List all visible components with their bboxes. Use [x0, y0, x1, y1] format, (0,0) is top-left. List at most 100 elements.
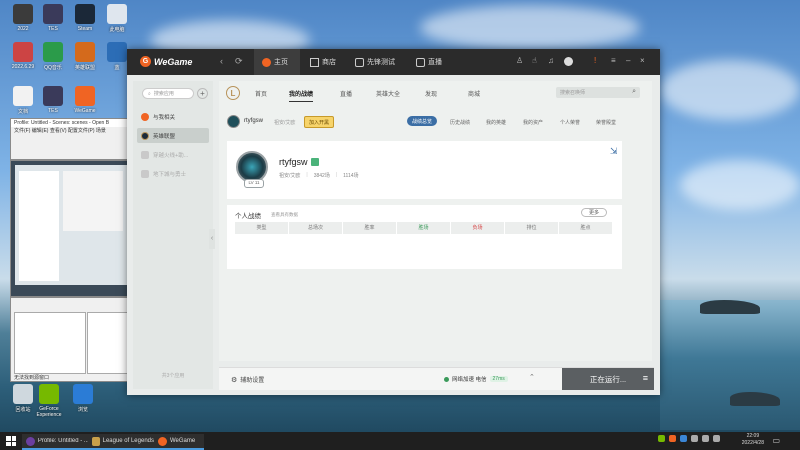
share-icon[interactable]: ⇲	[610, 146, 620, 158]
system-tray	[658, 435, 720, 442]
background-window-preview[interactable]	[10, 160, 130, 297]
windows-start-icon[interactable]	[6, 436, 16, 446]
qq-icon[interactable]	[680, 435, 687, 442]
taskbar-item-wegame[interactable]: WeGame	[154, 434, 204, 450]
search-icon: ⌕	[148, 90, 151, 97]
game-tab-home[interactable]: 首页	[255, 89, 267, 98]
network-status[interactable]: 网络加速 电信 27ms	[444, 375, 508, 383]
sidebar-search-input[interactable]: ⌕ 搜索应用	[142, 88, 194, 99]
close-icon[interactable]: ×	[640, 56, 645, 65]
subtab-history[interactable]: 历史战绩	[450, 119, 470, 126]
thumb-icon[interactable]: ☝	[532, 56, 537, 65]
desktop-icon[interactable]: Steam	[68, 4, 102, 32]
desktop-icon-label: TES	[48, 108, 58, 114]
ping-badge: 27ms	[489, 376, 508, 382]
back-icon[interactable]: ‹	[220, 56, 223, 66]
refresh-icon[interactable]: ⟳	[235, 56, 243, 67]
wegame-tray-icon[interactable]	[669, 435, 676, 442]
taskbar: Profile: Untitled - ... League of Legend…	[0, 432, 800, 450]
subtab-heroes[interactable]: 我的英雄	[486, 119, 506, 126]
minimize-icon[interactable]: –	[626, 56, 630, 65]
live-icon	[416, 57, 425, 67]
network-icon[interactable]	[691, 435, 698, 442]
game-tab-mall[interactable]: 商城	[468, 89, 480, 98]
taskbar-clock[interactable]: 22:09 2022/4/28	[742, 433, 764, 447]
tab-store-label: 商店	[322, 59, 336, 66]
game-tab-live[interactable]: 直播	[340, 89, 352, 98]
tab-store[interactable]: 商店	[310, 49, 336, 75]
running-label: 正在运行...	[589, 374, 627, 384]
search-icon: ⌕	[632, 88, 636, 95]
assist-settings-button[interactable]: ⚙ 辅助设置	[231, 375, 264, 385]
lol-logo-icon[interactable]: L	[226, 86, 240, 100]
background-window-sources[interactable]: 无法找到源窗口	[10, 297, 130, 382]
brand-label: WeGame	[154, 56, 193, 67]
wegame-logo[interactable]: G WeGame	[140, 56, 192, 67]
summoner-search-placeholder: 搜索召唤师	[560, 90, 586, 96]
profile-name: rtyfgsw	[279, 157, 308, 167]
app-sidebar: ⌕ 搜索应用 + 与我相关 英雄联盟 穿越火线+助... 地下城与勇士 共3个应…	[133, 81, 213, 389]
sidebar-item-dnf[interactable]: 地下城与勇士	[137, 166, 209, 181]
desktop-icon[interactable]: QQ音乐	[36, 42, 70, 71]
subtab-overview[interactable]: 战绩总览	[407, 116, 438, 126]
taskbar-item-label: League of Legends	[102, 438, 154, 444]
summoner-search-input[interactable]: 搜索召唤师 ⌕	[556, 87, 640, 98]
join-party-button[interactable]: 加入开黑	[304, 116, 335, 128]
game-tab-discover[interactable]: 发现	[425, 89, 437, 98]
desktop-icon[interactable]: 文档	[6, 86, 40, 115]
running-button[interactable]: 正在运行... ≡	[562, 368, 654, 390]
hamburger-icon[interactable]: ≡	[643, 373, 648, 383]
desktop-icon[interactable]: 2022	[6, 4, 40, 32]
tab-pioneer-test[interactable]: 先锋测试	[355, 49, 395, 75]
lol-icon	[92, 436, 100, 446]
desktop-icon[interactable]: WeGame	[68, 86, 102, 114]
desktop-icon[interactable]: 2022.6.29	[6, 42, 40, 70]
tab-pioneer-label: 先锋测试	[367, 59, 395, 66]
sidebar-item-lol[interactable]: 英雄联盟	[137, 128, 209, 143]
test-icon	[355, 57, 364, 67]
background-window-obs[interactable]: Profile: Untitled - Scenes: scenes - Ope…	[10, 118, 130, 160]
user-avatar-icon[interactable]	[564, 57, 573, 66]
desktop-icon[interactable]: 英雄联盟	[68, 42, 102, 71]
more-button[interactable]: 更多	[581, 208, 607, 217]
shirt-icon[interactable]: ♙	[516, 56, 523, 65]
desktop-icon[interactable]: TES	[36, 4, 70, 32]
chevron-up-icon[interactable]: ⌃	[529, 373, 535, 381]
desktop-icon[interactable]: 此电脑	[100, 4, 134, 33]
clock-date: 2022/4/28	[741, 440, 764, 446]
bell-icon[interactable]: ♫	[548, 56, 554, 65]
avatar[interactable]	[227, 115, 240, 128]
subtab-assets[interactable]: 我的资产	[523, 119, 543, 126]
desktop-icon[interactable]: 回收站	[6, 384, 40, 413]
game-tab-my-record[interactable]: 我的战绩	[289, 89, 314, 102]
game-tab-heroes[interactable]: 英雄大全	[376, 89, 400, 98]
sidebar-item-related[interactable]: 与我相关	[137, 109, 209, 124]
sidebar-collapse-icon[interactable]: ‹	[209, 229, 215, 249]
notification-icon[interactable]: !	[594, 56, 596, 65]
obs-status: 无法找到源窗口	[14, 375, 50, 381]
column-header: 类型	[235, 222, 289, 234]
taskbar-item-label: WeGame	[170, 438, 196, 444]
tab-live[interactable]: 直播	[416, 49, 442, 75]
menu-icon[interactable]: ≡	[611, 56, 616, 65]
nvidia-icon[interactable]	[658, 435, 665, 442]
taskbar-item-lol[interactable]: League of Legends	[88, 434, 158, 450]
column-header: 负场	[451, 222, 505, 234]
tab-home[interactable]: 主页	[254, 49, 300, 75]
desktop-icon[interactable]: 浏览	[66, 384, 100, 413]
volume-icon[interactable]	[702, 435, 709, 442]
battery-icon[interactable]	[713, 435, 720, 442]
column-header: 总场次	[289, 222, 343, 234]
sidebar-item-cf[interactable]: 穿越火线+助...	[137, 147, 209, 162]
add-app-button[interactable]: +	[197, 88, 208, 99]
wegame-window[interactable]: G WeGame ‹ ⟳ 主页 商店 先锋测试 直播 ♙ ☝ ♫ ! ≡ – ×	[127, 49, 660, 395]
stats-table-header: 类型 总场次 胜率 胜场 负场 排位 胜点	[235, 222, 613, 234]
taskbar-item-obs[interactable]: Profile: Untitled - ...	[22, 434, 92, 450]
notification-center-icon[interactable]: ▭	[772, 436, 780, 445]
desktop-icon-label: 此电脑	[109, 27, 125, 33]
stats-card: 个人战绩 查看具有数据 更多 类型 总场次 胜率 胜场 负场 排位 胜点	[227, 205, 622, 269]
related-icon	[141, 112, 149, 121]
subtab-hall[interactable]: 荣誉殿堂	[596, 119, 616, 126]
subtab-honor[interactable]: 个人荣誉	[560, 119, 580, 126]
desktop-icon[interactable]: TES	[36, 86, 70, 114]
